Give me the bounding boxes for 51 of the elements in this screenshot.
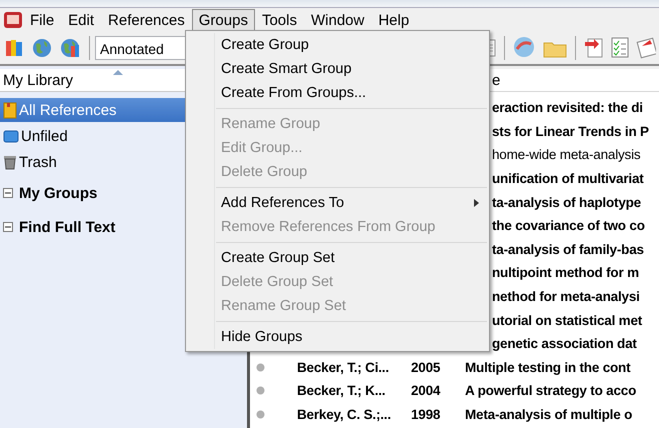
menu-entry[interactable]: Create Group Set — [186, 246, 489, 270]
year-cell-text: 2004 — [411, 383, 442, 398]
submenu-arrow-icon — [474, 199, 479, 207]
author-cell-text: Berkey, C. S.;... — [297, 407, 392, 422]
status-dot — [256, 362, 265, 372]
status-dot — [256, 386, 265, 396]
app-logo-icon — [3, 10, 23, 28]
menu-item[interactable]: File — [23, 8, 62, 30]
collapse-icon[interactable] — [3, 222, 13, 232]
checklist-icon[interactable] — [610, 36, 630, 59]
document-arrow-icon[interactable] — [584, 36, 604, 58]
menu-item[interactable]: Tools — [254, 8, 304, 30]
menu-entry[interactable]: Add References To — [186, 191, 489, 215]
menu-item[interactable]: Help — [371, 8, 416, 30]
title-cell: ta-analysis of family-bas — [492, 242, 644, 257]
title-cell: ta-analysis of haplotype — [492, 194, 641, 210]
globe-books-icon[interactable] — [59, 36, 81, 58]
column-header[interactable]: e — [492, 72, 500, 88]
library-item-label: All References — [19, 102, 117, 118]
edit-icon[interactable] — [636, 36, 656, 60]
year-cell-text: 2005 — [411, 360, 442, 375]
group-heading[interactable]: Find Full Text — [19, 218, 116, 236]
group-heading[interactable]: My Groups — [19, 184, 98, 202]
status-dot — [256, 410, 265, 420]
menu-item[interactable]: Edit — [61, 8, 102, 30]
library-item-label: Trash — [19, 154, 57, 170]
title-cell: nultipoint method for m — [492, 265, 639, 280]
library-item-label: Unfiled — [21, 128, 68, 144]
menu-item[interactable]: Window — [304, 8, 372, 30]
title-cell: utorial on statistical met — [492, 312, 642, 328]
title-cell: nethod for meta-analysi — [492, 289, 640, 304]
title-cell: unification of multivariat — [492, 171, 644, 186]
menu-item[interactable]: References — [101, 8, 192, 30]
title-cell: eraction revisited: the di — [492, 100, 643, 116]
year-cell-text: 1998 — [411, 407, 442, 422]
title-cell: genetic association dat — [492, 336, 637, 352]
author-cell-text: Becker, T.; Ci... — [297, 360, 390, 375]
title-cell: Multiple testing in the cont — [465, 360, 630, 375]
menu-entry[interactable]: Hide Groups — [186, 325, 489, 349]
collapse-icon[interactable] — [3, 188, 13, 198]
title-cell: home-wide meta-analysis — [492, 147, 640, 162]
folder-icon — [3, 129, 19, 143]
author-cell-text: Becker, T.; K... — [297, 383, 386, 398]
globe-icon[interactable] — [31, 36, 53, 58]
title-cell: sts for Linear Trends in P — [492, 124, 649, 139]
sort-icon — [113, 69, 123, 75]
title-cell: A powerful strategy to acco — [465, 383, 636, 398]
title-cell: Meta-analysis of multiple o — [465, 407, 632, 422]
title-cell: the covariance of two co — [492, 218, 645, 234]
menu-item[interactable]: Groups — [192, 8, 255, 30]
trash-icon — [3, 154, 17, 170]
